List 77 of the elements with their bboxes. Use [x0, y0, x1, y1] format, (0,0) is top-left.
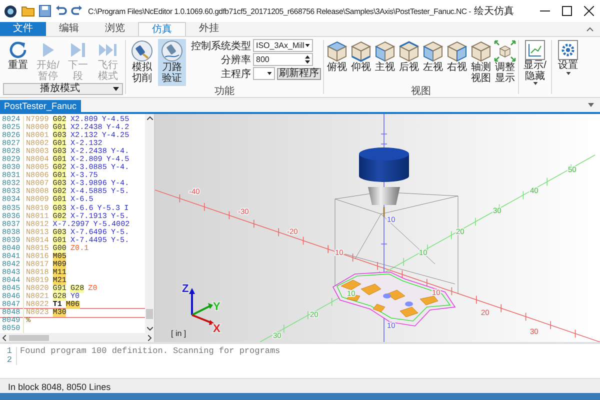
caret-icon: [305, 44, 310, 47]
axis-label: Z: [182, 283, 189, 295]
number-field[interactable]: 800: [253, 53, 313, 66]
maximize-icon[interactable]: [562, 6, 572, 16]
playback-mode-dropdown[interactable]: 播放模式: [3, 83, 123, 95]
line-number: 2: [0, 356, 17, 365]
view-button[interactable]: 俯视: [326, 39, 348, 74]
ribbon-button[interactable]: 显示/隐藏: [521, 39, 549, 86]
status-text: In block 8048, 8050 Lines: [8, 382, 111, 392]
fit-view-icon: [494, 40, 516, 62]
ribbon-tab[interactable]: 编辑: [46, 22, 92, 36]
view-cube-icon: [326, 40, 348, 62]
cutting-tool-drawing: [359, 148, 409, 217]
app-name: 绘天仿真: [474, 4, 514, 18]
collapse-ribbon-icon[interactable]: [586, 26, 594, 32]
redo-icon[interactable]: [71, 5, 83, 17]
view-button[interactable]: 主视: [374, 39, 396, 74]
caret-icon: [566, 72, 570, 74]
output-message: Found program 100 definition. Scanning for programs: [20, 347, 280, 356]
line-number: 1: [0, 347, 17, 356]
view-cube-icon: [398, 40, 420, 62]
scrollbar-thumb[interactable]: [146, 309, 153, 319]
cutting-tool-icon: [131, 40, 153, 62]
settings-icon: [558, 40, 578, 60]
view-button[interactable]: 调整显示: [494, 39, 516, 85]
document-tab[interactable]: PostTester_Fanuc: [0, 100, 81, 112]
ribbon-tab[interactable]: 仿真: [138, 22, 186, 36]
ribbon-tab[interactable]: 外挂: [186, 22, 232, 36]
scrollbar-thumb[interactable]: [9, 334, 49, 340]
caret-icon[interactable]: [588, 103, 594, 107]
axis-triad-icon: [189, 288, 215, 325]
ribbon-button[interactable]: 模拟切削: [128, 39, 156, 85]
field-label: 主程序: [220, 68, 251, 80]
folder-icon[interactable]: [21, 5, 35, 17]
view-button[interactable]: 轴测视图: [470, 39, 492, 85]
vertical-scrollbar[interactable]: [145, 114, 154, 333]
scroll-left-icon[interactable]: [2, 334, 6, 340]
close-icon[interactable]: [584, 6, 594, 16]
scroll-right-icon[interactable]: [148, 334, 152, 340]
toolpath-icon: [161, 40, 183, 62]
axis-label: X: [213, 323, 220, 335]
spinner-arrows-icon: [305, 55, 310, 64]
save-icon[interactable]: [39, 5, 51, 17]
skip-icon: [68, 40, 88, 60]
group-label: 功能: [214, 86, 234, 97]
view-cube-icon: [470, 40, 492, 62]
caret-icon: [532, 82, 538, 85]
view-button[interactable]: 仰视: [350, 39, 372, 74]
view-button[interactable]: 右视: [446, 39, 468, 74]
axis-label: Y: [213, 301, 220, 313]
dropdown-field[interactable]: [253, 67, 275, 80]
dropdown-field[interactable]: ISO_3Ax_Mill: [253, 39, 313, 52]
view-cube-icon: [350, 40, 372, 62]
scroll-down-icon[interactable]: [146, 327, 152, 331]
horizontal-scrollbar[interactable]: [0, 333, 154, 342]
caret-icon: [113, 87, 119, 91]
view-cube-icon: [374, 40, 396, 62]
caret-icon: [267, 72, 272, 75]
view-cube-icon: [422, 40, 444, 62]
undo-icon[interactable]: [55, 5, 67, 17]
ribbon-tab[interactable]: 浏览: [92, 22, 138, 36]
ribbon-button[interactable]: 刀路验证: [158, 39, 186, 86]
ribbon-tab[interactable]: 文件: [0, 22, 46, 36]
field-label: 分辨率: [220, 54, 251, 66]
group-label: 视图: [411, 86, 431, 97]
ribbon-button[interactable]: 设置: [554, 39, 582, 76]
reset-icon: [8, 40, 28, 60]
ribbon-button[interactable]: 重置: [4, 39, 32, 72]
view-button[interactable]: 左视: [422, 39, 444, 74]
app-logo-icon: [4, 4, 17, 18]
field-label: 控制系统类型: [191, 40, 251, 52]
chart-icon: [525, 40, 545, 60]
units-label: [ in ]: [171, 329, 186, 338]
refresh-button[interactable]: 刷新程序: [277, 68, 321, 80]
scroll-up-icon[interactable]: [146, 116, 152, 120]
view-cube-icon: [446, 40, 468, 62]
view-button[interactable]: 后视: [398, 39, 420, 74]
